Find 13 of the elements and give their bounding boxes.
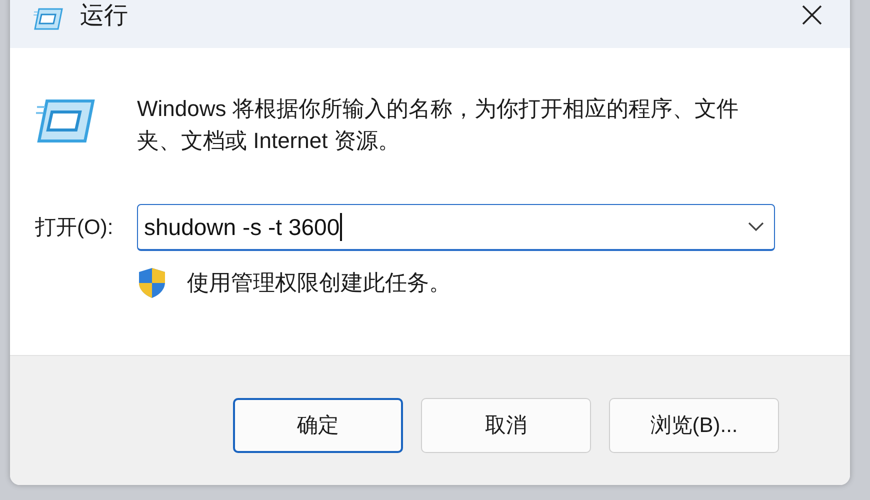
open-label: 打开(O): — [35, 214, 114, 241]
shield-icon — [137, 266, 167, 298]
command-value: shudown -s -t 3600 — [144, 212, 340, 242]
window-title: 运行 — [80, 2, 128, 30]
close-icon — [801, 4, 823, 26]
dialog-button[interactable]: 确定 — [233, 398, 403, 453]
description-text: Windows 将根据你所输入的名称，为你打开相应的程序、文件夹、文档或 Internet 资源。 — [137, 95, 740, 155]
admin-note: 使用管理权限创建此任务。 — [187, 269, 451, 297]
text-cursor — [340, 213, 342, 241]
dropdown-chevron-icon — [748, 222, 764, 232]
command-combobox[interactable]: shudown -s -t 3600 — [137, 204, 775, 251]
dialog-button[interactable]: 取消 — [421, 398, 591, 453]
dialog-button[interactable]: 浏览(B)... — [609, 398, 779, 453]
